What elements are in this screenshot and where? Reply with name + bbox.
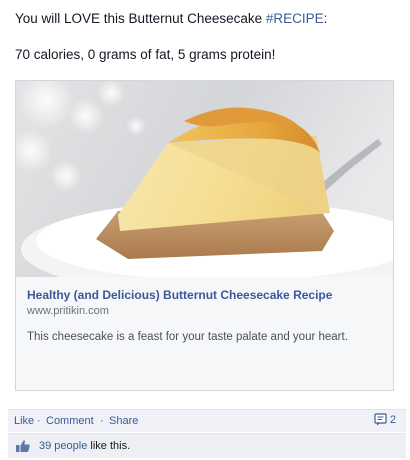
share-link[interactable]: Share xyxy=(109,415,138,427)
comment-count[interactable]: 2 xyxy=(374,413,396,426)
link-description: This cheesecake is a feast for your tast… xyxy=(27,331,348,343)
likes-people-link[interactable]: 39 people xyxy=(39,440,87,452)
thumbs-up-icon xyxy=(16,440,30,452)
action-bar: Like · Comment · Share 2 xyxy=(8,409,406,432)
link-preview-card[interactable]: Healthy (and Delicious) Butternut Cheese… xyxy=(15,80,394,391)
hashtag-link[interactable]: #RECIPE xyxy=(266,11,324,26)
facebook-post: You will LOVE this Butternut Cheesecake … xyxy=(0,0,410,460)
link-domain: www.pritikin.com xyxy=(27,305,109,317)
post-text-prefix: You will LOVE this Butternut Cheesecake xyxy=(15,11,266,26)
likes-suffix: like this. xyxy=(87,440,131,452)
separator: · xyxy=(37,415,41,427)
like-link[interactable]: Like xyxy=(14,415,34,427)
comment-link[interactable]: Comment xyxy=(46,415,94,427)
likes-summary: 39 people like this. xyxy=(39,440,130,452)
post-text-suffix: : xyxy=(323,11,328,26)
likes-bar: 39 people like this. xyxy=(8,433,406,458)
separator: · xyxy=(100,415,104,427)
post-text-line-1: You will LOVE this Butternut Cheesecake … xyxy=(15,11,327,26)
link-title[interactable]: Healthy (and Delicious) Butternut Cheese… xyxy=(27,288,332,302)
comment-count-value: 2 xyxy=(389,414,396,426)
post-text-line-2: 70 calories, 0 grams of fat, 5 grams pro… xyxy=(15,47,276,62)
comment-bubble-icon xyxy=(374,413,387,426)
cheesecake-image[interactable] xyxy=(16,81,393,277)
